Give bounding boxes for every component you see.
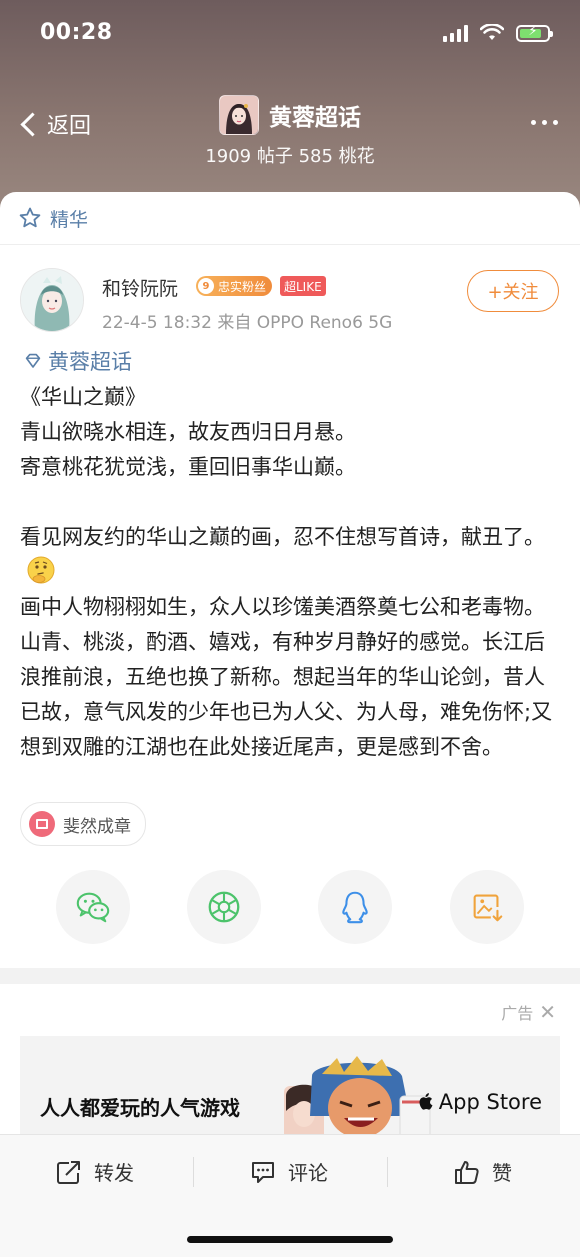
ad-label: 广告	[501, 1004, 534, 1023]
avatar[interactable]	[20, 268, 84, 332]
app-store-label: App Store	[417, 1090, 542, 1114]
post-paragraph-text: 看见网友约的华山之巅的画，忍不住想写首诗，献丑了。	[20, 525, 545, 549]
badge-tag-label: 斐然成章	[63, 816, 131, 837]
status-icons: ⚡	[443, 24, 553, 42]
repost-label: 转发	[94, 1161, 134, 1185]
post-card: 精华 和铃阮阮 9 忠实粉丝 超LIKE 22-4-5 18:32 来自 OPP…	[0, 192, 580, 968]
comment-icon	[252, 1161, 274, 1183]
fan-badge: 9 忠实粉丝	[196, 276, 273, 296]
save-image-icon	[473, 894, 503, 922]
home-indicator	[187, 1236, 393, 1243]
topic-link-label: 黄蓉超话	[48, 350, 132, 374]
badge-tag[interactable]: 斐然成章	[20, 802, 146, 846]
thinking-emoji-icon	[27, 556, 55, 584]
more-dot-icon	[542, 120, 547, 125]
action-divider	[193, 1157, 194, 1187]
like-button[interactable]: 赞	[454, 1157, 512, 1186]
moments-icon	[208, 891, 240, 923]
close-icon: ✕	[539, 1000, 556, 1024]
star-icon	[19, 207, 41, 228]
wechat-icon	[76, 892, 110, 923]
fan-badge-label: 忠实粉丝	[218, 279, 267, 294]
qq-icon	[342, 891, 368, 924]
ad-section: 广告 ✕ 人人都爱玩的人气游戏 App Store	[0, 984, 580, 1134]
super-like-badge: 超LIKE	[280, 276, 326, 296]
more-dot-icon	[531, 120, 536, 125]
poem-line: 寄意桃花犹觉浅，重回旧事华山巅。	[20, 455, 356, 479]
app-store-text: App Store	[438, 1090, 542, 1114]
poem-title: 《华山之巅》	[20, 385, 146, 409]
share-row	[0, 870, 580, 944]
author-name[interactable]: 和铃阮阮	[102, 274, 178, 301]
ad-text: 人人都爱玩的人气游戏	[40, 1096, 240, 1120]
repost-button[interactable]: 转发	[56, 1157, 134, 1186]
topic-title-block: 黄蓉超话 1909 帖子 585 桃花	[0, 95, 580, 168]
topic-header: 00:28 ⚡ 返回 黄蓉超话 1909 帖子 585 桃花	[0, 0, 580, 215]
follow-button[interactable]: +关注	[467, 270, 559, 312]
post-paragraph: 画中人物栩栩如生，众人以珍馐美酒祭奠七公和老毒物。山青、桃淡，酌酒、嬉戏，有种岁…	[20, 595, 553, 759]
share-moments-button[interactable]	[187, 870, 261, 944]
apple-logo-icon	[419, 1093, 433, 1110]
featured-label: 精华	[50, 208, 89, 231]
post-meta: 22-4-5 18:32 来自 OPPO Reno6 5G	[102, 313, 393, 333]
more-options-button[interactable]	[531, 120, 558, 125]
comment-label: 评论	[288, 1161, 328, 1185]
featured-tab[interactable]: 精华	[0, 192, 580, 245]
ad-banner[interactable]: 人人都爱玩的人气游戏 App Store	[20, 1036, 560, 1134]
share-wechat-button[interactable]	[56, 870, 130, 944]
thumbs-up-icon	[455, 1160, 479, 1184]
topic-link[interactable]: 黄蓉超话	[22, 346, 132, 376]
ad-close-button[interactable]: 广告 ✕	[501, 1000, 556, 1024]
save-image-button[interactable]	[450, 870, 524, 944]
post-paragraph: 看见网友约的华山之巅的画，忍不住想写首诗，献丑了。	[20, 520, 560, 590]
signal-icon	[443, 24, 468, 42]
game-characters-image	[284, 1056, 431, 1134]
topic-avatar[interactable]	[219, 95, 259, 135]
comment-button[interactable]: 评论	[250, 1157, 328, 1186]
poem-line: 青山欲晓水相连，故友西归日月悬。	[20, 420, 356, 444]
wifi-icon	[480, 24, 504, 40]
action-divider	[387, 1157, 388, 1187]
page-title: 黄蓉超话	[269, 105, 361, 131]
section-divider	[0, 968, 580, 984]
diamond-icon	[25, 353, 41, 368]
like-label: 赞	[492, 1161, 512, 1185]
calendar-icon	[29, 811, 55, 837]
status-time: 00:28	[40, 20, 113, 45]
battery-icon: ⚡	[516, 24, 553, 42]
share-arrow-icon	[57, 1160, 80, 1184]
post-content: 《华山之巅》 青山欲晓水相连，故友西归日月悬。 寄意桃花犹觉浅，重回旧事华山巅。…	[20, 380, 560, 765]
status-bar: 00:28 ⚡	[0, 0, 580, 70]
fan-level: 9	[198, 278, 214, 294]
topic-stats: 1909 帖子 585 桃花	[205, 146, 375, 167]
share-qq-button[interactable]	[318, 870, 392, 944]
more-dot-icon	[553, 120, 558, 125]
